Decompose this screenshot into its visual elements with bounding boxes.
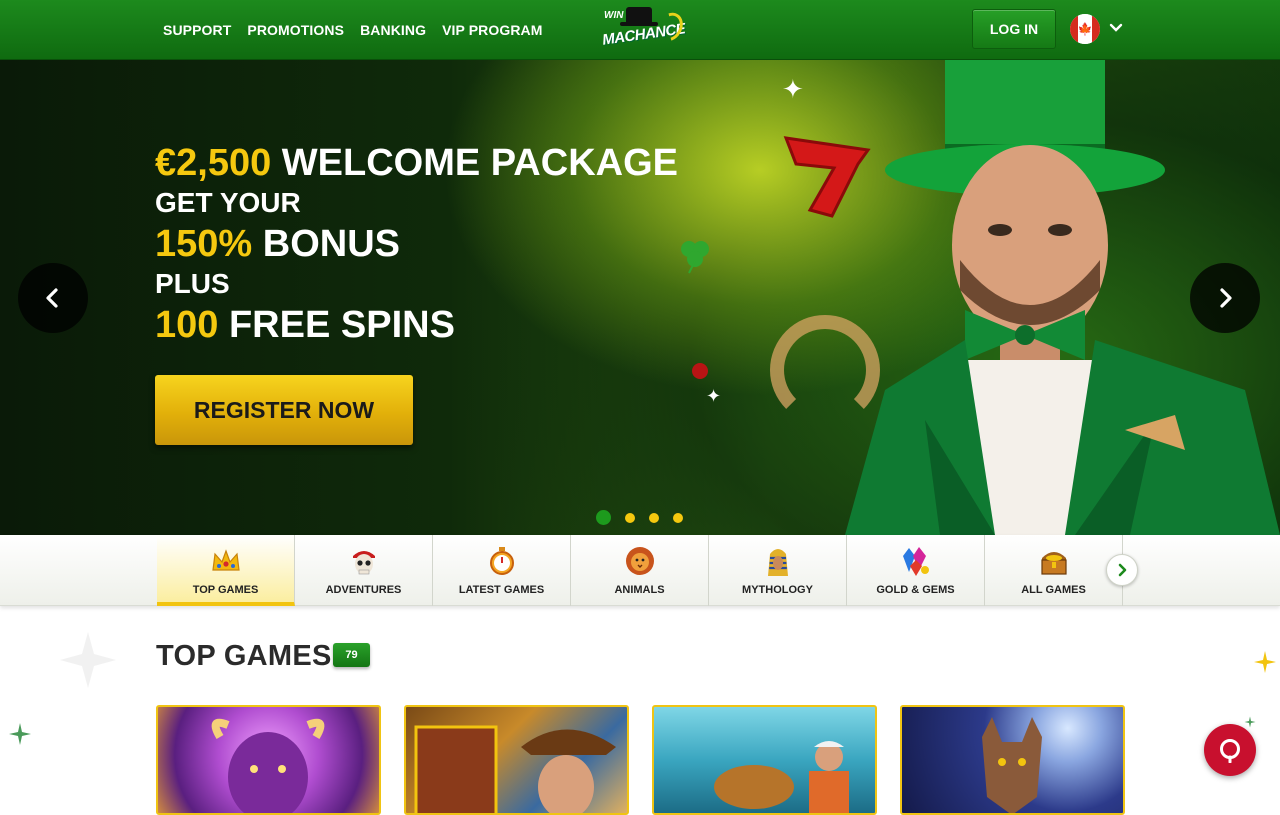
tab-gold-and-gems[interactable]: GOLD & GEMS: [847, 535, 985, 606]
decorative-star-icon: [1244, 716, 1256, 728]
hero-headline: €2,500 WELCOME PACKAGE GET YOUR 150% BON…: [155, 142, 678, 348]
game-tile-buffalo[interactable]: [156, 705, 381, 815]
tab-mythology[interactable]: MYTHOLOGY: [709, 535, 847, 606]
tab-latest-games[interactable]: LATEST GAMES: [433, 535, 571, 606]
buffalo-game-art: [211, 718, 325, 813]
bonus-word: BONUS: [262, 223, 400, 265]
decorative-star-icon: [9, 723, 31, 745]
hero-line-plus: PLUS: [155, 268, 230, 299]
game-category-bar: TOP GAMES ADVENTURES LATEST GAMES ANIMAL…: [0, 535, 1280, 606]
nav-promotions[interactable]: PROMOTIONS: [247, 22, 344, 38]
canada-flag-icon[interactable]: 🍁: [1070, 14, 1100, 44]
nav-banking[interactable]: BANKING: [360, 22, 426, 38]
carousel-dot[interactable]: [625, 512, 635, 523]
main-nav: SUPPORT PROMOTIONS BANKING VIP PROGRAM: [163, 0, 543, 60]
game-tile-egyptian-adventure[interactable]: [404, 705, 629, 815]
top-navigation-bar: SUPPORT PROMOTIONS BANKING VIP PROGRAM W…: [0, 0, 1280, 60]
games-count-badge: 79: [333, 643, 370, 667]
sparkle-icon: ✦: [706, 386, 722, 406]
carousel-prev-button[interactable]: [18, 263, 88, 333]
nav-vip-program[interactable]: VIP PROGRAM: [442, 22, 542, 38]
spins-count: 100: [155, 304, 219, 346]
nav-support[interactable]: SUPPORT: [163, 22, 231, 38]
pirate-skull-icon: [352, 551, 375, 575]
carousel-dot[interactable]: [596, 510, 611, 525]
chevron-right-icon: [1220, 288, 1232, 308]
gems-icon: [902, 547, 929, 576]
hero-line-bonus: 150% BONUS: [155, 222, 678, 266]
hero-line-get-your: GET YOUR: [155, 187, 301, 218]
hero-line-welcome: €2,500 WELCOME PACKAGE: [155, 142, 678, 184]
logo-win-text: WIN: [604, 10, 624, 21]
decorative-star-icon: [60, 632, 116, 688]
carousel-dot[interactable]: [649, 512, 659, 523]
hero-banner: ✦ ✦ €2,500 WELCOME PACKAGE GET YOUR 150%…: [0, 60, 1280, 535]
tab-label: GOLD & GEMS: [876, 584, 955, 596]
top-hat-icon: [626, 7, 652, 23]
register-now-button[interactable]: REGISTER NOW: [155, 375, 413, 445]
tab-animals[interactable]: ANIMALS: [571, 535, 709, 606]
game-tile-fishing[interactable]: [652, 705, 877, 815]
fisherman-game-art: [714, 741, 849, 813]
welcome-title: WELCOME PACKAGE: [281, 142, 678, 184]
chevron-down-icon[interactable]: [1108, 20, 1124, 36]
spins-word: FREE SPINS: [228, 304, 455, 346]
decorative-star-icon: [1254, 651, 1276, 673]
bonus-percent: 150%: [155, 223, 253, 265]
tab-label: MYTHOLOGY: [742, 584, 813, 596]
tab-label: ADVENTURES: [325, 584, 402, 596]
tab-top-games[interactable]: TOP GAMES: [157, 535, 295, 606]
site-logo[interactable]: WIN MACHANCE: [596, 4, 688, 56]
category-tabs: TOP GAMES ADVENTURES LATEST GAMES ANIMAL…: [157, 535, 1123, 606]
clover-icon: [681, 241, 709, 274]
top-games-grid: [156, 705, 1125, 815]
tab-all-games[interactable]: ALL GAMES: [985, 535, 1123, 606]
welcome-amount: €2,500: [155, 142, 272, 184]
live-chat-button[interactable]: [1204, 724, 1256, 776]
tab-label: TOP GAMES: [192, 584, 259, 596]
sparkle-icon: ✦: [782, 74, 804, 104]
pharaoh-icon: [767, 549, 788, 576]
login-button[interactable]: LOG IN: [972, 9, 1056, 49]
lion-icon: [625, 547, 654, 575]
chat-bubble-icon: [1220, 739, 1240, 763]
chevron-right-icon: [1118, 563, 1127, 577]
carousel-dot[interactable]: [673, 512, 683, 523]
treasure-chest-icon: [1040, 552, 1067, 575]
hero-line-spins: 100 FREE SPINS: [155, 302, 678, 348]
adventurer-game-art: [414, 725, 616, 813]
stopwatch-icon: [489, 547, 514, 575]
carousel-pagination: [596, 510, 683, 525]
tab-label: ALL GAMES: [1021, 584, 1086, 596]
tab-label: LATEST GAMES: [458, 584, 545, 596]
cherry-icon: [692, 363, 708, 379]
tab-adventures[interactable]: ADVENTURES: [295, 535, 433, 606]
game-tile-wolf-moon[interactable]: [900, 705, 1125, 815]
carousel-next-button[interactable]: [1190, 263, 1260, 333]
crown-icon: [211, 549, 240, 571]
wolf-game-art: [982, 717, 1042, 813]
tab-label: ANIMALS: [614, 584, 665, 596]
chevron-left-icon: [46, 288, 58, 308]
top-games-heading: TOP GAMES: [156, 640, 332, 672]
category-scroll-next-button[interactable]: [1106, 554, 1138, 586]
